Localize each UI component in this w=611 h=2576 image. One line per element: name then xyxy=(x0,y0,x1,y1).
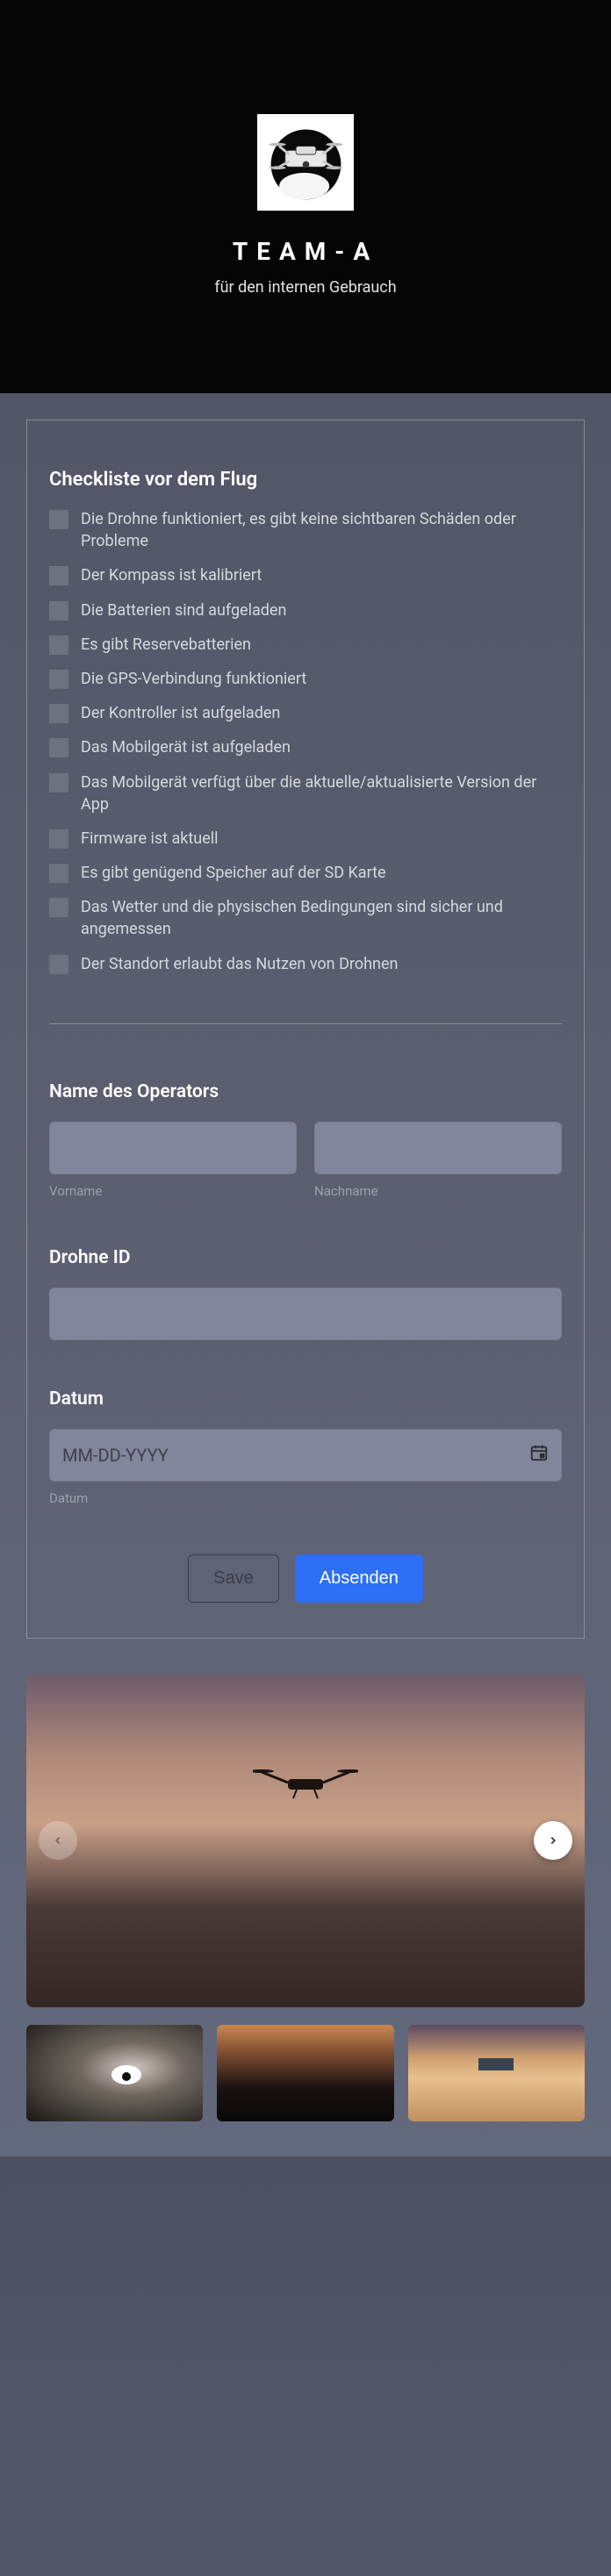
checklist-item-label: Firmware ist aktuell xyxy=(81,828,219,850)
checklist-item[interactable]: Das Mobilgerät ist aufgeladen xyxy=(49,736,562,758)
checklist-item[interactable]: Es gibt genügend Speicher auf der SD Kar… xyxy=(49,862,562,884)
first-name-sublabel: Vorname xyxy=(49,1183,297,1199)
checklist-item-label: Das Mobilgerät ist aufgeladen xyxy=(81,736,291,758)
date-sublabel: Datum xyxy=(49,1490,562,1506)
checkbox[interactable] xyxy=(49,510,68,529)
checkbox[interactable] xyxy=(49,864,68,883)
checkbox[interactable] xyxy=(49,601,68,621)
thumbnail-3[interactable] xyxy=(408,2025,585,2121)
operator-name-label: Name des Operators xyxy=(49,1081,562,1102)
divider xyxy=(49,1023,562,1024)
checklist-item-label: Die Drohne funktioniert, es gibt keine s… xyxy=(81,508,562,552)
date-label: Datum xyxy=(49,1388,562,1410)
checklist-item-label: Der Standort erlaubt das Nutzen von Droh… xyxy=(81,953,398,975)
checkbox[interactable] xyxy=(49,955,68,974)
thumbnail-row xyxy=(26,2025,585,2121)
checkbox[interactable] xyxy=(49,773,68,793)
logo xyxy=(257,114,354,211)
form-card: Checkliste vor dem Flug Die Drohne funkt… xyxy=(26,420,585,1639)
carousel-next-button[interactable] xyxy=(534,1821,572,1860)
checklist-item-label: Es gibt Reservebatterien xyxy=(81,634,251,656)
thumbnail-1[interactable] xyxy=(26,2025,203,2121)
carousel-prev-button[interactable] xyxy=(39,1821,77,1860)
chevron-left-icon xyxy=(52,1834,64,1847)
date-placeholder: MM-DD-YYYY xyxy=(62,1445,169,1466)
checklist-section: Checkliste vor dem Flug Die Drohne funkt… xyxy=(49,469,562,975)
checklist-item[interactable]: Das Mobilgerät verfügt über die aktuelle… xyxy=(49,771,562,815)
checkbox[interactable] xyxy=(49,898,68,917)
drone-id-group: Drohne ID xyxy=(49,1247,562,1340)
last-name-input[interactable] xyxy=(314,1122,562,1174)
drone-logo-icon xyxy=(264,121,348,205)
checklist-item[interactable]: Der Kontroller ist aufgeladen xyxy=(49,702,562,724)
submit-button[interactable]: Absenden xyxy=(295,1554,423,1603)
drone-silhouette-icon xyxy=(253,1767,358,1802)
checkbox[interactable] xyxy=(49,829,68,849)
checkbox[interactable] xyxy=(49,635,68,655)
checklist-item-label: Das Mobilgerät verfügt über die aktuelle… xyxy=(81,771,562,815)
checklist-item-label: Die GPS-Verbindung funktioniert xyxy=(81,668,306,690)
checklist-item-label: Das Wetter und die physischen Bedingunge… xyxy=(81,896,562,940)
checkbox[interactable] xyxy=(49,566,68,585)
checklist-title: Checkliste vor dem Flug xyxy=(49,469,562,491)
checklist-item[interactable]: Der Kompass ist kalibriert xyxy=(49,564,562,586)
checkbox[interactable] xyxy=(49,704,68,723)
brand-title: TEAM-A xyxy=(0,237,611,266)
checkbox[interactable] xyxy=(49,738,68,757)
checklist-item-label: Der Kompass ist kalibriert xyxy=(81,564,262,586)
page-header: TEAM-A für den internen Gebrauch xyxy=(0,0,611,393)
checklist-item[interactable]: Es gibt Reservebatterien xyxy=(49,634,562,656)
thumbnail-2[interactable] xyxy=(217,2025,393,2121)
checklist-item[interactable]: Die GPS-Verbindung funktioniert xyxy=(49,668,562,690)
calendar-icon xyxy=(529,1443,549,1467)
drone-id-input[interactable] xyxy=(49,1288,562,1340)
checklist-item-label: Der Kontroller ist aufgeladen xyxy=(81,702,280,724)
checklist-item[interactable]: Die Drohne funktioniert, es gibt keine s… xyxy=(49,508,562,552)
checklist-item-label: Die Batterien sind aufgeladen xyxy=(81,599,286,621)
checklist-item[interactable]: Das Wetter und die physischen Bedingunge… xyxy=(49,896,562,940)
first-name-input[interactable] xyxy=(49,1122,297,1174)
chevron-right-icon xyxy=(547,1834,559,1847)
operator-name-group: Name des Operators Vorname Nachname xyxy=(49,1081,562,1199)
form-buttons: Save Absenden xyxy=(49,1554,562,1603)
checklist-item[interactable]: Der Standort erlaubt das Nutzen von Droh… xyxy=(49,953,562,975)
last-name-sublabel: Nachname xyxy=(314,1183,562,1199)
date-input[interactable]: MM-DD-YYYY xyxy=(49,1429,562,1482)
checklist-item[interactable]: Firmware ist aktuell xyxy=(49,828,562,850)
save-button[interactable]: Save xyxy=(188,1554,279,1603)
checkbox[interactable] xyxy=(49,670,68,689)
drone-id-label: Drohne ID xyxy=(49,1247,562,1268)
checklist-item-label: Es gibt genügend Speicher auf der SD Kar… xyxy=(81,862,386,884)
checklist-item[interactable]: Die Batterien sind aufgeladen xyxy=(49,599,562,621)
date-group: Datum MM-DD-YYYY Datum xyxy=(49,1388,562,1506)
image-carousel xyxy=(26,1674,585,2007)
brand-subtitle: für den internen Gebrauch xyxy=(0,278,611,297)
